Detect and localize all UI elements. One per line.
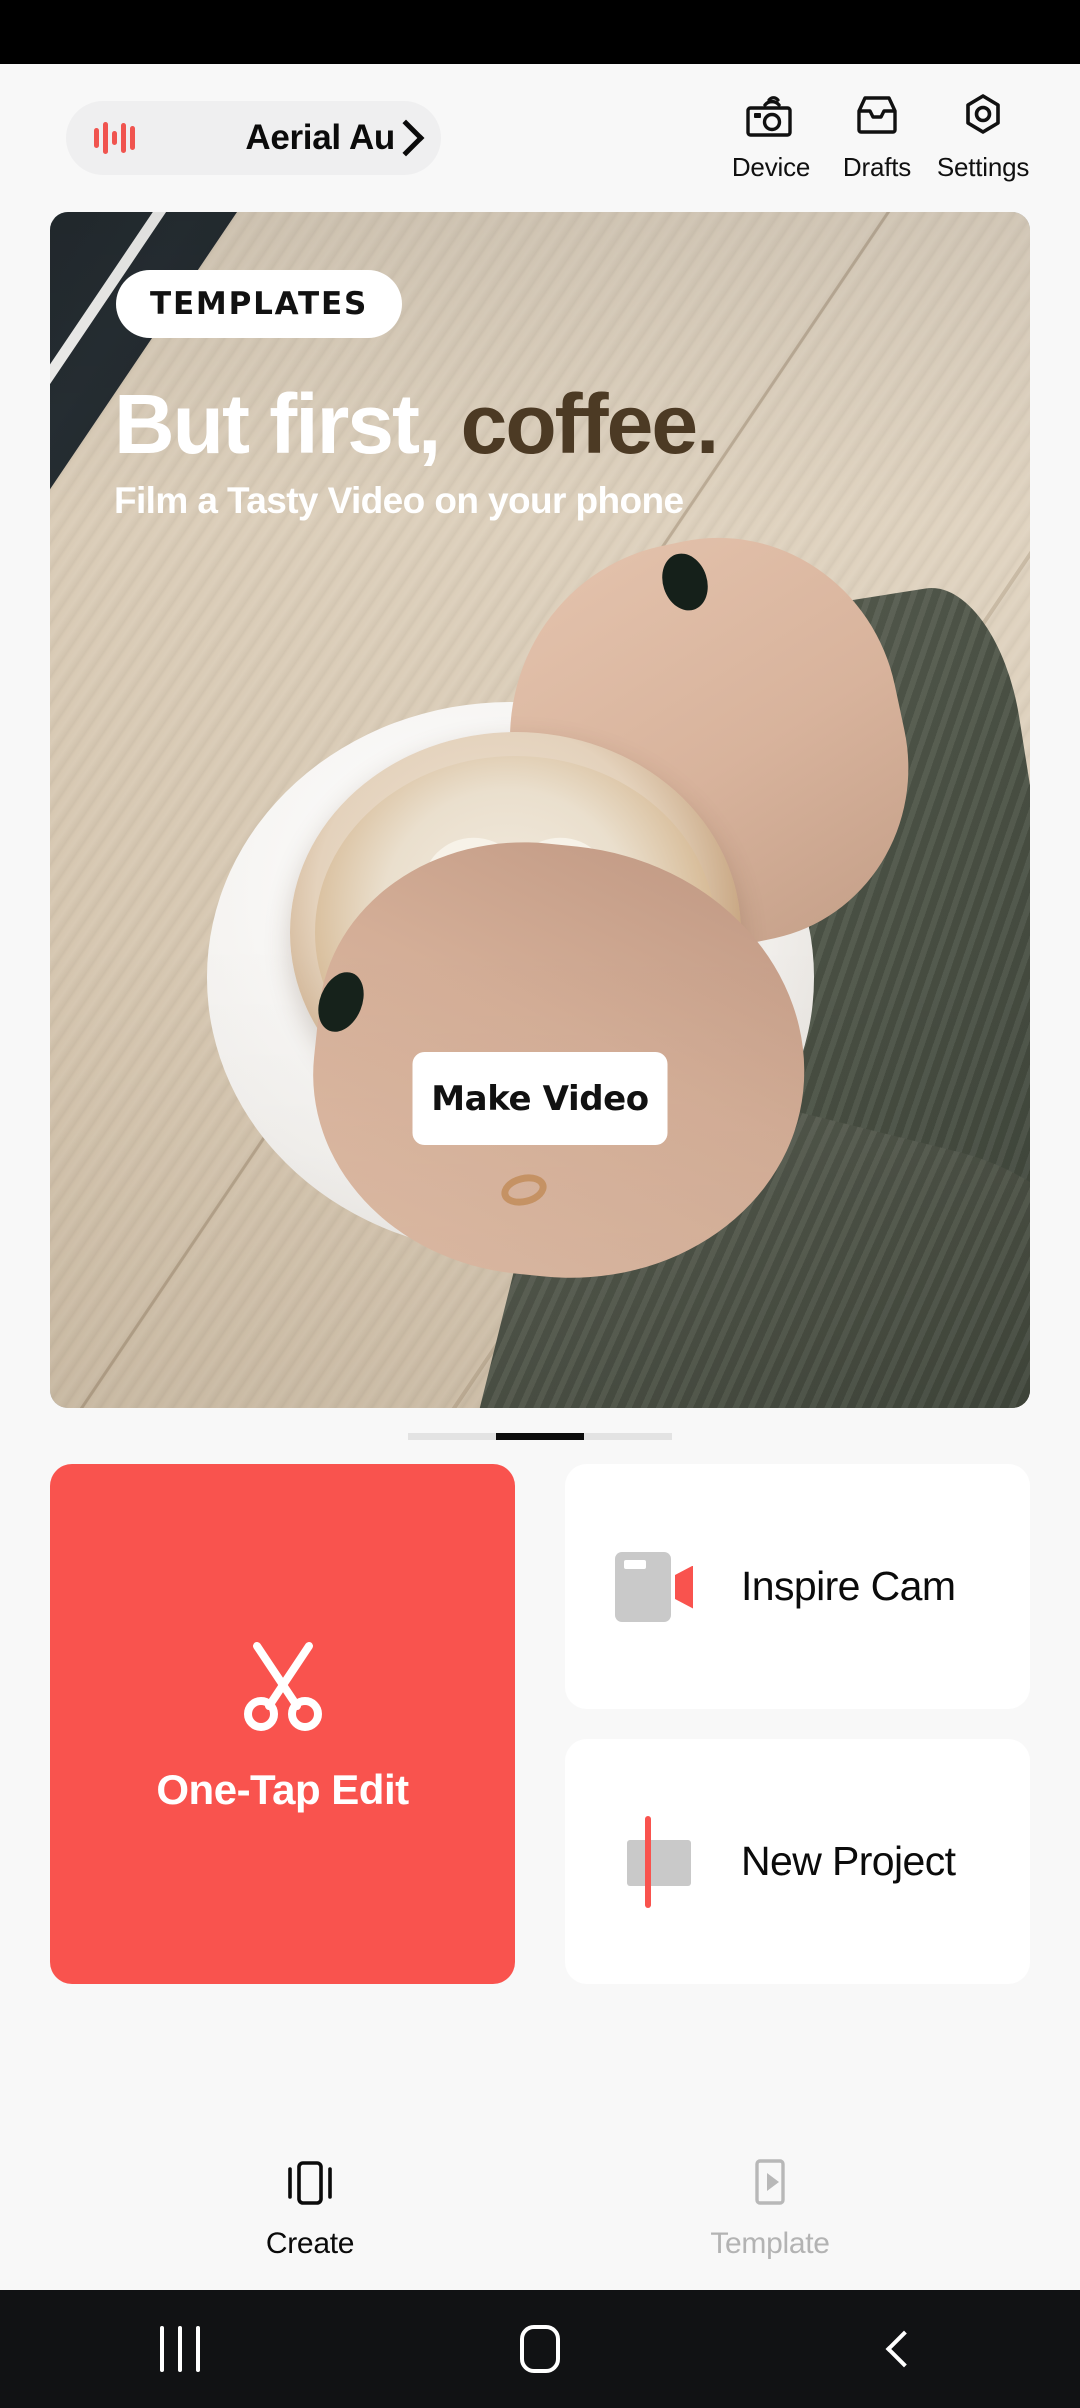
header-action-drafts[interactable]: Drafts	[824, 88, 930, 183]
one-tap-edit-card[interactable]: One-Tap Edit	[50, 1464, 515, 1984]
secondary-actions: Inspire Cam New Project	[565, 1464, 1030, 1984]
tab-create[interactable]: Create	[80, 2151, 540, 2261]
header-action-label: Device	[731, 151, 811, 182]
bottom-tab-bar: Create Template	[0, 2122, 1080, 2290]
status-bar	[0, 0, 1080, 64]
new-project-label: New Project	[741, 1838, 956, 1884]
carousel-indicator[interactable]	[0, 1408, 1080, 1464]
play-frame-icon	[739, 2151, 801, 2213]
video-camera-icon	[615, 1551, 701, 1622]
tab-template-label: Template	[710, 2227, 830, 2260]
app-root: Aerial Au Device Drafts Settings TEMPLAT…	[0, 0, 1080, 2408]
audio-track-selector[interactable]: Aerial Au	[66, 101, 441, 175]
hero-carousel: TEMPLATES But first, coffee. Film a Tast…	[0, 212, 1080, 1408]
device-camera-icon	[745, 88, 797, 142]
back-button[interactable]	[720, 2330, 1080, 2368]
scissors-icon	[235, 1634, 331, 1734]
new-project-card[interactable]: New Project	[565, 1739, 1030, 1984]
header-action-settings[interactable]: Settings	[930, 88, 1036, 183]
action-grid: One-Tap Edit Inspire Cam New Project	[0, 1464, 1080, 1984]
system-navigation-bar	[0, 2290, 1080, 2408]
home-icon	[520, 2325, 560, 2373]
phone-swipe-icon	[279, 2151, 341, 2213]
hero-headline-brown: coffee.	[439, 377, 720, 471]
settings-gear-icon	[957, 88, 1009, 142]
inspire-cam-card[interactable]: Inspire Cam	[565, 1464, 1030, 1709]
templates-badge: TEMPLATES	[116, 270, 403, 338]
carousel-segment-active[interactable]	[496, 1432, 584, 1440]
inspire-cam-label: Inspire Cam	[741, 1563, 956, 1609]
home-button[interactable]	[360, 2325, 720, 2373]
carousel-segment[interactable]	[408, 1432, 496, 1440]
carousel-segment[interactable]	[584, 1432, 672, 1440]
header-action-device[interactable]: Device	[718, 88, 824, 183]
header-actions: Device Drafts Settings	[718, 88, 1036, 189]
hero-headline: But first, coffee.	[114, 382, 719, 466]
audio-track-name: Aerial Au	[245, 118, 395, 157]
tab-create-label: Create	[265, 2227, 355, 2260]
tab-template[interactable]: Template	[540, 2151, 1000, 2261]
header-action-label: Drafts	[842, 151, 912, 182]
hero-headline-white: But first,	[114, 377, 441, 471]
make-video-button[interactable]: Make Video	[412, 1052, 668, 1145]
drafts-tray-icon	[851, 88, 903, 142]
recents-icon	[160, 2326, 200, 2372]
main-content: Aerial Au Device Drafts Settings TEMPLAT…	[0, 64, 1080, 2290]
one-tap-edit-label: One-Tap Edit	[156, 1766, 409, 1813]
header-action-label: Settings	[936, 151, 1030, 182]
timeline-clip-icon	[615, 1815, 701, 1908]
audio-waveform-icon	[94, 121, 135, 155]
app-header: Aerial Au Device Drafts Settings	[0, 64, 1080, 212]
template-hero-card[interactable]: TEMPLATES But first, coffee. Film a Tast…	[50, 212, 1030, 1408]
recents-button[interactable]	[0, 2326, 360, 2372]
hero-subtitle: Film a Tasty Video on your phone	[114, 480, 684, 521]
back-icon	[885, 2330, 923, 2368]
